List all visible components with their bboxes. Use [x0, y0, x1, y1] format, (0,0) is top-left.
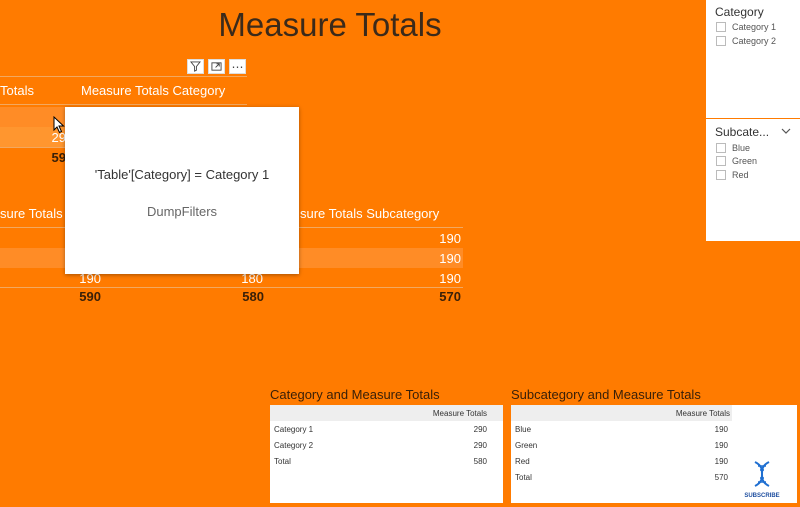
- slicer-item-blue[interactable]: Blue: [716, 141, 750, 155]
- table-header-row: Measure Totals: [511, 405, 732, 421]
- table-total-row: Total 570: [511, 469, 732, 485]
- slicer-item-label: Category 2: [732, 36, 777, 46]
- table-row[interactable]: Green 190: [511, 437, 732, 453]
- table-total-row: Total 580: [270, 453, 503, 469]
- matrix2-total-row: 590 580 570: [0, 289, 463, 307]
- filter-button[interactable]: [187, 59, 204, 74]
- tooltip-measure-name: DumpFilters: [146, 204, 218, 219]
- subcategory-slicer: Subcate... Blue Green Red: [706, 119, 800, 241]
- matrix2-row1-c3: 190: [439, 231, 461, 246]
- focus-mode-button[interactable]: [208, 59, 225, 74]
- row-label: Blue: [515, 424, 532, 434]
- matrix1-col1-header[interactable]: Totals: [0, 83, 34, 98]
- row-label: Category 2: [274, 440, 314, 450]
- category-measure-table: Measure Totals Category 1 290 Category 2 2…: [270, 405, 503, 503]
- table-header-row: Measure Totals: [270, 405, 503, 421]
- matrix2-total-c3: 570: [439, 289, 461, 304]
- category-table-title: Category and Measure Totals: [270, 387, 440, 402]
- slicer-item-category-2[interactable]: Category 2: [716, 34, 776, 48]
- mouse-cursor-icon: [53, 116, 65, 134]
- matrix2-total-line: [0, 287, 463, 288]
- checkbox[interactable]: [716, 36, 726, 46]
- subscribe-label: SUBSCRIBE: [744, 493, 780, 499]
- row-value: 190: [714, 424, 728, 434]
- table-row[interactable]: Blue 190: [511, 421, 732, 437]
- row-label: Green: [515, 440, 538, 450]
- matrix1-col2-header[interactable]: Measure Totals Category: [81, 83, 225, 98]
- category-slicer: Category Category 1 Category 2: [706, 0, 800, 118]
- column-header-measure-totals[interactable]: Measure Totals: [676, 409, 732, 418]
- row-label: Total: [274, 456, 291, 466]
- table-row[interactable]: Category 1 290: [270, 421, 503, 437]
- matrix1-total: 59: [51, 150, 66, 165]
- row-value: 580: [473, 456, 487, 466]
- table-row[interactable]: Red 190: [511, 453, 732, 469]
- matrix2-col3-header[interactable]: sure Totals Subcategory: [300, 206, 439, 221]
- visual-header-toolbar: ⋯: [187, 59, 246, 75]
- tooltip-filter-text: 'Table'[Category] = Category 1: [94, 167, 270, 182]
- matrix1-header-line: [0, 104, 247, 105]
- matrix2-total-c2: 580: [242, 289, 264, 304]
- slicer-item-label: Green: [732, 156, 758, 166]
- column-header-measure-totals[interactable]: Measure Totals: [433, 409, 503, 418]
- checkbox[interactable]: [716, 143, 726, 153]
- slicer-item-label: Blue: [732, 143, 751, 153]
- more-options-button[interactable]: ⋯: [229, 59, 246, 74]
- focus-mode-icon: [211, 62, 222, 71]
- more-options-icon: ⋯: [231, 59, 244, 74]
- checkbox[interactable]: [716, 22, 726, 32]
- row-value: 290: [473, 440, 487, 450]
- checkbox[interactable]: [716, 170, 726, 180]
- table-row[interactable]: Category 2 290: [270, 437, 503, 453]
- row-label: Category 1: [274, 424, 314, 434]
- matrix2-col1-header[interactable]: sure Totals: [0, 206, 63, 221]
- slicer-item-red[interactable]: Red: [716, 168, 749, 182]
- slicer-item-category-1[interactable]: Category 1: [716, 20, 776, 34]
- subcategory-table-title: Subcategory and Measure Totals: [511, 387, 701, 402]
- dumpfilters-tooltip: 'Table'[Category] = Category 1 DumpFilte…: [65, 107, 299, 274]
- matrix2-total-c1: 590: [79, 289, 101, 304]
- matrix1-total-line: [0, 147, 66, 148]
- slicer-item-label: Red: [732, 170, 749, 180]
- row-value: 190: [714, 440, 728, 450]
- filter-icon: [190, 61, 201, 72]
- row-value: 190: [714, 456, 728, 466]
- slicer-item-green[interactable]: Green: [716, 154, 757, 168]
- row-value: 290: [473, 424, 487, 434]
- chevron-down-icon[interactable]: [781, 127, 791, 135]
- row-label: Red: [515, 456, 530, 466]
- page-title: Measure Totals: [218, 6, 442, 43]
- category-slicer-title: Category: [715, 5, 764, 19]
- row-label: Total: [515, 472, 532, 482]
- dna-icon: [754, 461, 770, 487]
- checkbox[interactable]: [716, 156, 726, 166]
- matrix2-row3-c3: 190: [439, 271, 461, 286]
- slicer-item-label: Category 1: [732, 22, 777, 32]
- matrix1-top-line: [0, 76, 247, 77]
- matrix2-row2-c3: 190: [439, 251, 461, 266]
- row-value: 570: [714, 472, 728, 482]
- subscribe-badge[interactable]: SUBSCRIBE: [740, 460, 784, 499]
- subcategory-slicer-title: Subcate...: [715, 125, 770, 139]
